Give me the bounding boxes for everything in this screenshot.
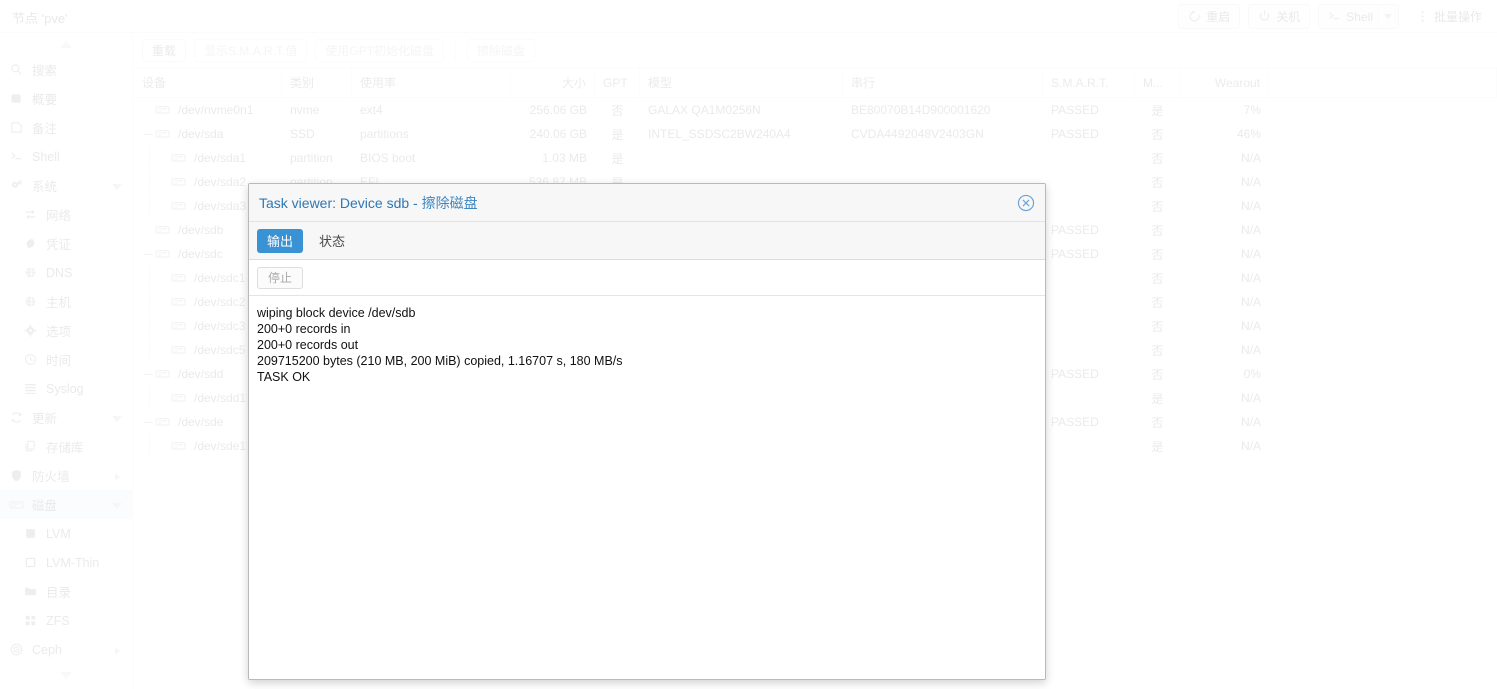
tab-output[interactable]: 输出	[257, 228, 304, 253]
tab-status[interactable]: 状态	[309, 229, 355, 253]
close-circle-icon[interactable]	[1017, 194, 1035, 212]
dialog-header: Task viewer: Device sdb - 擦除磁盘	[249, 184, 1045, 222]
dialog-subtoolbar: 停止	[249, 260, 1045, 296]
dialog-title-main: Task viewer: Device sdb -	[259, 194, 422, 211]
tab-status-label: 状态	[319, 234, 346, 249]
dialog-title: Task viewer: Device sdb - 擦除磁盘	[259, 193, 478, 213]
log-lines: wiping block device /dev/sdb 200+0 record…	[257, 305, 1037, 385]
tab-output-label: 输出	[267, 234, 294, 249]
task-viewer-dialog: Task viewer: Device sdb - 擦除磁盘 输出 状态 停止 …	[248, 183, 1046, 680]
log-line: 200+0 records out	[257, 338, 359, 352]
task-log-output[interactable]: wiping block device /dev/sdb 200+0 record…	[249, 296, 1045, 679]
dialog-title-sub: 擦除磁盘	[421, 194, 478, 211]
log-line: 209715200 bytes (210 MB, 200 MiB) copied…	[257, 354, 623, 368]
log-line: 200+0 records in	[257, 322, 351, 336]
dialog-tab-bar: 输出 状态	[249, 222, 1045, 260]
stop-button-label: 停止	[268, 271, 293, 285]
stop-button[interactable]: 停止	[257, 266, 304, 289]
log-line: TASK OK	[257, 370, 311, 384]
log-line: wiping block device /dev/sdb	[257, 306, 416, 320]
